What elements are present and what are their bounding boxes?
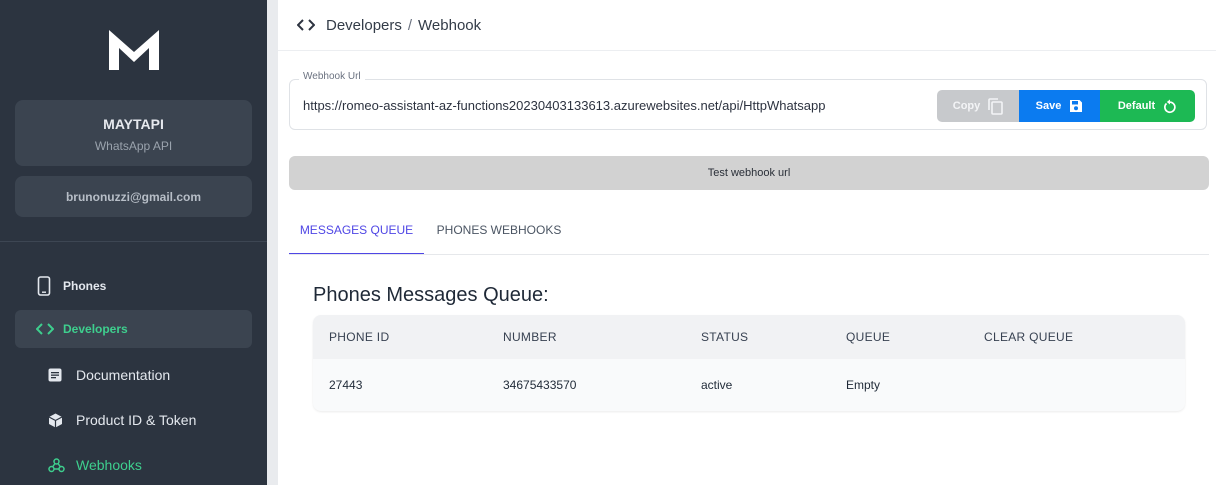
sidebar-divider: [0, 241, 267, 242]
sidebar-item-developers[interactable]: Developers: [15, 310, 252, 348]
table-header: PHONE ID NUMBER STATUS QUEUE CLEAR QUEUE: [313, 315, 1185, 359]
breadcrumb-text: Developers / Webhook: [326, 17, 481, 34]
cell-phone-id: 27443: [329, 378, 363, 392]
phone-icon: [37, 267, 51, 305]
breadcrumb: Developers / Webhook: [278, 0, 1216, 51]
account-email: brunonuzzi@gmail.com: [65, 190, 202, 204]
save-icon: [1070, 100, 1083, 112]
copy-button[interactable]: Copy: [937, 90, 1019, 122]
save-button[interactable]: Save: [1019, 90, 1100, 122]
sidebar-item-label: Developers: [63, 322, 128, 336]
webhook-url-legend: Webhook Url: [299, 71, 365, 82]
test-webhook-button[interactable]: Test webhook url: [289, 156, 1209, 190]
copy-icon: [988, 97, 1004, 115]
save-button-label: Save: [1035, 100, 1062, 112]
sidebar: MAYTAPI WhatsApp API brunonuzzi@gmail.co…: [0, 0, 267, 485]
default-button-label: Default: [1117, 100, 1156, 112]
tab-messages-queue[interactable]: MESSAGES QUEUE: [289, 212, 424, 255]
copy-button-label: Copy: [952, 100, 981, 112]
sidebar-item-label: Phones: [63, 279, 107, 293]
sidebar-subitem-label: Product ID & Token: [76, 412, 197, 428]
webhook-icon: [48, 447, 65, 483]
column-header-status: STATUS: [701, 330, 749, 344]
code-icon: [297, 19, 315, 31]
reset-icon: [1164, 99, 1176, 113]
queue-table: PHONE ID NUMBER STATUS QUEUE CLEAR QUEUE…: [313, 315, 1185, 411]
brand-card: MAYTAPI WhatsApp API: [15, 100, 252, 166]
column-header-clear-queue: CLEAR QUEUE: [984, 330, 1074, 344]
cell-number: 34675433570: [503, 378, 577, 392]
brand-name: MAYTAPI: [103, 116, 164, 132]
tabs-divider: [289, 254, 1209, 255]
queue-section-title: Phones Messages Queue:: [313, 284, 549, 306]
brand-subtitle: WhatsApp API: [94, 139, 173, 153]
account-card[interactable]: brunonuzzi@gmail.com: [15, 176, 252, 217]
sidebar-item-phones[interactable]: Phones: [15, 267, 252, 305]
breadcrumb-webhook: Webhook: [418, 17, 482, 34]
column-header-number: NUMBER: [503, 330, 557, 344]
cell-queue: Empty: [846, 378, 881, 392]
sidebar-subitem-product-token[interactable]: Product ID & Token: [15, 402, 252, 438]
column-header-phone-id: PHONE ID: [329, 330, 390, 344]
document-icon: [48, 357, 62, 393]
breadcrumb-separator: /: [407, 17, 413, 34]
default-button[interactable]: Default: [1100, 90, 1195, 122]
sidebar-edge: [267, 0, 278, 485]
maytapi-logo-icon: [109, 30, 159, 70]
tab-phones-webhooks[interactable]: PHONES WEBHOOKS: [430, 212, 568, 254]
sidebar-subitem-webhooks[interactable]: Webhooks: [15, 447, 252, 483]
sidebar-subitem-label: Webhooks: [76, 457, 142, 473]
webhook-url-input[interactable]: https://romeo-assistant-az-functions2023…: [303, 98, 825, 113]
sidebar-subitem-documentation[interactable]: Documentation: [15, 357, 252, 393]
cube-icon: [48, 402, 63, 438]
breadcrumb-developers[interactable]: Developers: [326, 17, 402, 34]
code-icon: [36, 310, 54, 348]
cell-status: active: [701, 378, 733, 392]
column-header-queue: QUEUE: [846, 330, 891, 344]
sidebar-subitem-label: Documentation: [76, 367, 171, 383]
